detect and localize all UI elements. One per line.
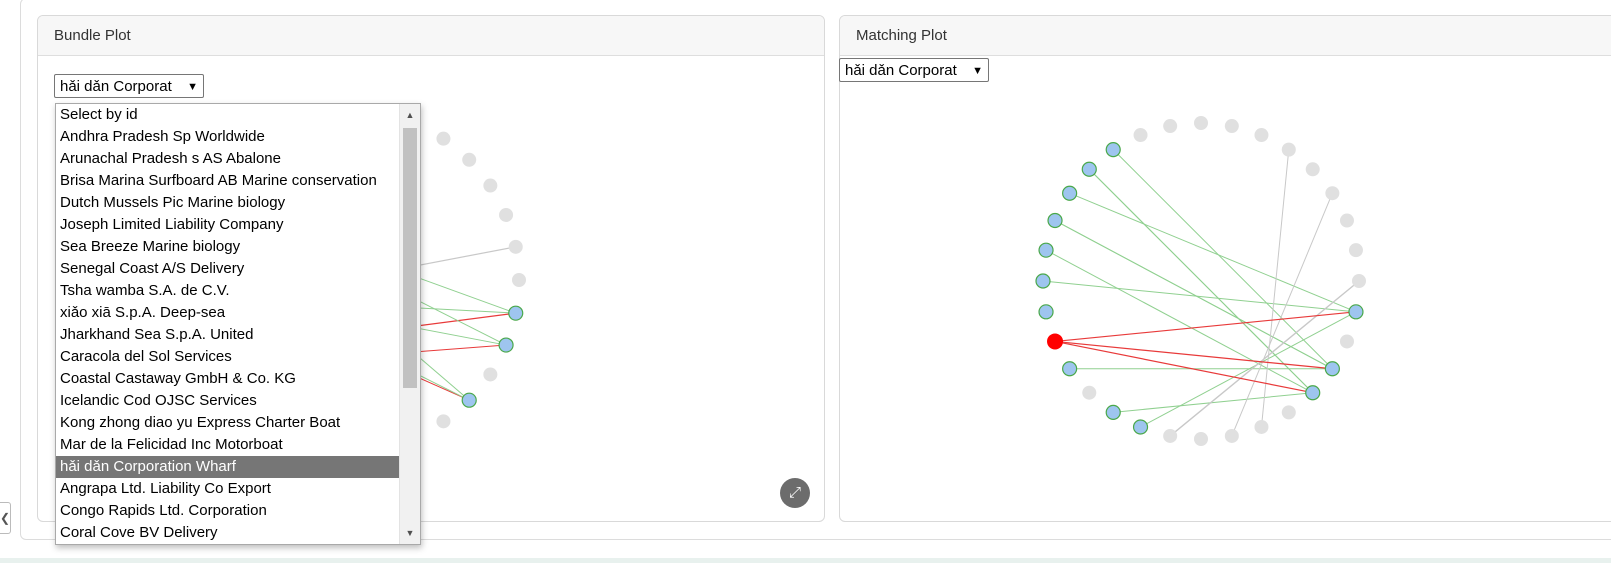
graph-node-selected[interactable] <box>1047 333 1064 350</box>
matching-id-select[interactable]: hǎi dǎn Corporat ▼ <box>839 58 989 82</box>
graph-node[interactable] <box>436 131 451 146</box>
dropdown-option[interactable]: Arunachal Pradesh s AS Abalone <box>56 148 400 170</box>
graph-node[interactable] <box>508 305 524 321</box>
graph-node[interactable] <box>1035 273 1051 289</box>
graph-node[interactable] <box>483 178 498 193</box>
expand-icon: ⤢ <box>788 484 801 501</box>
graph-node[interactable] <box>1254 128 1269 143</box>
graph-node[interactable] <box>498 337 514 353</box>
graph-node[interactable] <box>1348 243 1363 258</box>
dropdown-option[interactable]: Jharkhand Sea S.p.A. United <box>56 324 400 346</box>
fullscreen-button[interactable]: ⤢ <box>780 478 810 508</box>
dropdown-option[interactable]: Dutch Mussels Pic Marine biology <box>56 192 400 214</box>
graph-node[interactable] <box>436 414 451 429</box>
dropdown-option[interactable]: Sea Breeze Marine biology <box>56 236 400 258</box>
graph-node[interactable] <box>1281 142 1296 157</box>
graph-node[interactable] <box>1305 385 1321 401</box>
graph-node[interactable] <box>508 239 523 254</box>
graph-edge <box>1069 192 1357 313</box>
graph-node[interactable] <box>1038 304 1054 320</box>
chevron-down-icon: ▼ <box>972 65 983 77</box>
graph-edge <box>1042 280 1357 313</box>
graph-node[interactable] <box>1062 185 1078 201</box>
scroll-thumb[interactable] <box>403 128 417 388</box>
graph-edge <box>1112 149 1333 370</box>
graph-node[interactable] <box>1339 334 1354 349</box>
bottom-strip <box>0 558 1611 563</box>
graph-node[interactable] <box>1305 162 1320 177</box>
graph-node[interactable] <box>1105 142 1121 158</box>
graph-node[interactable] <box>1224 119 1239 134</box>
graph-node[interactable] <box>1081 161 1097 177</box>
graph-node[interactable] <box>1105 404 1121 420</box>
bundle-id-select[interactable]: hǎi dǎn Corporat ▼ <box>54 74 204 98</box>
graph-node[interactable] <box>1062 361 1078 377</box>
chevron-left-icon: ❮ <box>0 511 11 525</box>
graph-edge <box>1054 340 1313 394</box>
dropdown-option[interactable]: xiǎo xiā S.p.A. Deep-sea <box>56 302 400 324</box>
dropdown-option[interactable]: Kong zhong diao yu Express Charter Boat <box>56 412 400 434</box>
bundle-select-value: hǎi dǎn Corporat <box>60 78 172 95</box>
scroll-down-icon[interactable]: ▼ <box>400 524 420 542</box>
graph-node[interactable] <box>1325 186 1340 201</box>
graph-node[interactable] <box>483 367 498 382</box>
graph-node[interactable] <box>1281 405 1296 420</box>
dropdown-option[interactable]: Icelandic Cod OJSC Services <box>56 390 400 412</box>
graph-node[interactable] <box>1224 428 1239 443</box>
graph-node[interactable] <box>1038 242 1054 258</box>
graph-node[interactable] <box>512 273 526 287</box>
matching-select-value: hǎi dǎn Corporat <box>845 62 957 79</box>
graph-node[interactable] <box>1194 432 1208 446</box>
graph-edge <box>1169 280 1360 437</box>
dropdown-option[interactable]: Andhra Pradesh Sp Worldwide <box>56 126 400 148</box>
graph-edge <box>1054 340 1333 370</box>
graph-node[interactable] <box>1132 419 1149 435</box>
dropdown-option[interactable]: Caracola del Sol Services <box>56 346 400 368</box>
dropdown-option[interactable]: Tsha wamba S.A. de C.V. <box>56 280 400 302</box>
dropdown-option[interactable]: hǎi dǎn Corporation Wharf <box>56 456 400 478</box>
dropdown-option[interactable]: Mar de la Felicidad Inc Motorboat <box>56 434 400 456</box>
graph-edge <box>1140 311 1357 428</box>
matching-graph[interactable] <box>839 55 1611 515</box>
graph-edge <box>1045 249 1313 394</box>
graph-node[interactable] <box>1339 213 1354 228</box>
graph-node[interactable] <box>1047 212 1063 229</box>
graph-node[interactable] <box>1352 274 1366 288</box>
graph-node[interactable] <box>1194 116 1208 130</box>
graph-edge <box>1088 168 1314 394</box>
graph-node[interactable] <box>1163 119 1178 134</box>
bundle-plot-title: Bundle Plot <box>38 16 824 56</box>
graph-node[interactable] <box>1254 419 1269 434</box>
chevron-down-icon: ▼ <box>187 81 198 93</box>
graph-node[interactable] <box>1133 128 1148 143</box>
dropdown-option[interactable]: Coral Cove BV Delivery <box>56 522 400 544</box>
dropdown-option[interactable]: Senegal Coast A/S Delivery <box>56 258 400 280</box>
scroll-up-icon[interactable]: ▲ <box>400 106 420 124</box>
graph-edge <box>1054 311 1357 343</box>
dropdown-scrollbar[interactable]: ▲ ▼ <box>399 104 420 544</box>
dropdown-option[interactable]: Angrapa Ltd. Liability Co Export <box>56 478 400 500</box>
graph-node[interactable] <box>462 152 477 167</box>
graph-node[interactable] <box>461 392 477 408</box>
graph-node[interactable] <box>1324 361 1340 377</box>
dropdown-option[interactable]: Coastal Castaway GmbH & Co. KG <box>56 368 400 390</box>
graph-node[interactable] <box>1163 428 1178 443</box>
matching-plot-title: Matching Plot <box>840 16 1611 56</box>
graph-node[interactable] <box>499 207 514 222</box>
dropdown-option[interactable]: Joseph Limited Liability Company <box>56 214 400 236</box>
graph-node[interactable] <box>1082 385 1097 400</box>
dropdown-option[interactable]: Select by id <box>56 104 400 126</box>
dropdown-option[interactable]: Congo Rapids Ltd. Corporation <box>56 500 400 522</box>
graph-node[interactable] <box>1348 304 1364 320</box>
bundle-dropdown-list[interactable]: Select by id Andhra Pradesh Sp Worldwide A… <box>55 103 421 545</box>
sidebar-toggle[interactable]: ❮ <box>0 502 11 534</box>
dropdown-option[interactable]: Brisa Marina Surfboard AB Marine conserv… <box>56 170 400 192</box>
